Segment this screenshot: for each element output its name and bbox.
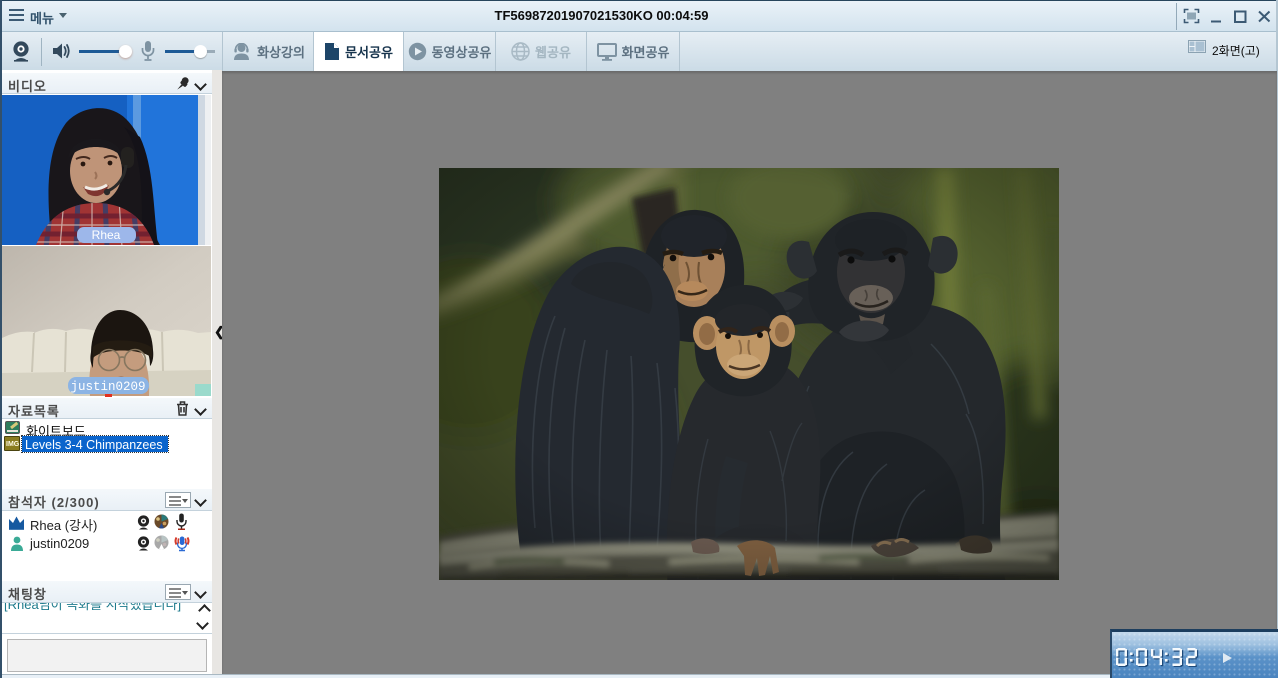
svg-text:Rhea: Rhea [92, 228, 121, 242]
svg-text:justin0209: justin0209 [70, 380, 145, 394]
